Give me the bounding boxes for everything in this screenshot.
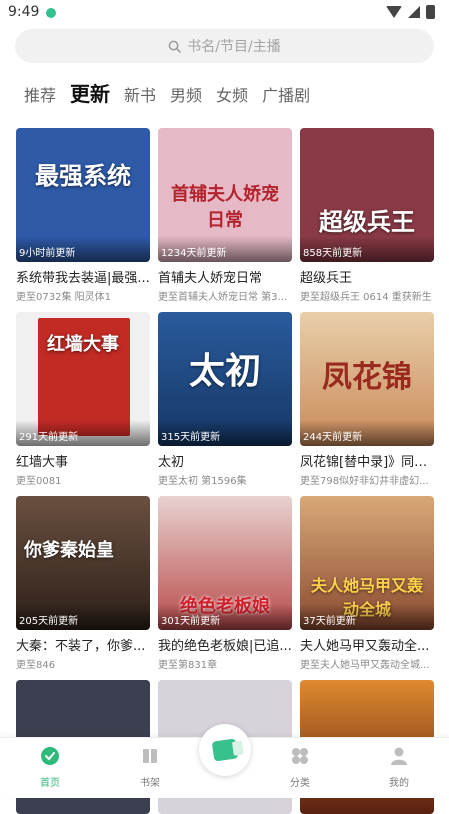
book-title: 夫人她马甲又轰动全... — [300, 639, 430, 654]
book-subtitle: 更至夫人她马甲又轰动全城... — [300, 660, 430, 671]
book-card[interactable]: 夫人她马甲又轰动全城 37天前更新 夫人她马甲又轰动全... 更至夫人她马甲又轰… — [300, 496, 434, 671]
cover-title: 超级兵王 — [319, 208, 415, 236]
tab-new-books[interactable]: 新书 — [124, 82, 156, 106]
cover-title: 最强系统 — [35, 162, 131, 190]
book-title: 太初 — [158, 455, 185, 470]
book-cover: 最强系统 9小时前更新 — [16, 128, 150, 262]
search-bar[interactable]: 书名/节目/主播 — [15, 29, 434, 63]
book-subtitle: 更至超级兵王 0614 重获新生 — [300, 292, 432, 303]
book-title: 红墙大事 — [16, 455, 69, 470]
book-subtitle: 更至0081 — [16, 476, 62, 487]
book-cover: 红墙大事 291天前更新 — [16, 312, 150, 446]
cover-title: 首辅夫人娇宠日常 — [171, 184, 279, 231]
book-card[interactable]: 绝色老板娘 301天前更新 我的绝色老板娘|已追... 更至第831章 — [158, 496, 292, 671]
battery-icon — [426, 5, 435, 19]
status-icons — [386, 5, 435, 19]
cover-title: 你爹秦始皇 — [24, 540, 114, 561]
category-icon — [292, 748, 308, 764]
book-card[interactable]: 超级兵王 858天前更新 超级兵王 更至超级兵王 0614 重获新生 — [300, 128, 434, 303]
update-label: 1234天前更新 — [161, 248, 227, 259]
book-card[interactable]: 凤花锦 244天前更新 凤花锦[替中录]》同款... 更至798似好非幻井非虚幻… — [300, 312, 434, 487]
cover-title: 太初 — [188, 351, 261, 392]
book-subtitle: 更至第831章 — [158, 660, 218, 671]
update-label: 301天前更新 — [161, 616, 221, 627]
signal-icon — [408, 6, 420, 18]
book-title: 系统带我去装逼|最强... — [16, 271, 150, 286]
cover-title: 凤花锦 — [322, 360, 412, 395]
book-title: 首辅夫人娇宠日常 — [158, 271, 263, 286]
nav-bookshelf[interactable]: 书架 — [120, 746, 180, 789]
tab-radio-drama[interactable]: 广播剧 — [262, 82, 310, 106]
nav-label: 分类 — [290, 778, 310, 789]
status-bar: 9:49 — [0, 0, 449, 26]
book-cover: 超级兵王 858天前更新 — [300, 128, 434, 262]
home-icon — [41, 747, 59, 765]
book-cover: 夫人她马甲又轰动全城 37天前更新 — [300, 496, 434, 630]
book-card[interactable]: 最强系统 9小时前更新 系统带我去装逼|最强... 更至0732集 阳灵体1 — [16, 128, 150, 303]
nav-label: 首页 — [40, 778, 60, 789]
player-icon — [211, 738, 239, 762]
nav-label: 书架 — [140, 778, 160, 789]
book-card[interactable]: 太初 315天前更新 太初 更至太初 第1596集 — [158, 312, 292, 487]
update-label: 205天前更新 — [19, 616, 79, 627]
bookshelf-icon — [143, 749, 157, 763]
update-label: 315天前更新 — [161, 432, 221, 443]
book-cover: 绝色老板娘 301天前更新 — [158, 496, 292, 630]
book-card[interactable]: 你爹秦始皇 205天前更新 大秦：不装了，你爹... 更至846 — [16, 496, 150, 671]
tab-female[interactable]: 女频 — [216, 82, 248, 106]
book-cover: 太初 315天前更新 — [158, 312, 292, 446]
profile-icon — [391, 747, 407, 765]
wifi-icon — [386, 6, 402, 18]
search-placeholder: 书名/节目/主播 — [187, 39, 281, 55]
book-cover: 你爹秦始皇 205天前更新 — [16, 496, 150, 630]
tab-male[interactable]: 男频 — [170, 82, 202, 106]
update-label: 244天前更新 — [303, 432, 363, 443]
app-notification-icon — [46, 8, 56, 18]
book-subtitle: 更至首辅夫人娇宠日常 第38... — [158, 292, 292, 303]
tab-recommend[interactable]: 推荐 — [24, 82, 56, 106]
book-card[interactable]: 红墙大事 291天前更新 红墙大事 更至0081 — [16, 312, 150, 487]
book-subtitle: 更至太初 第1596集 — [158, 476, 247, 487]
update-label: 291天前更新 — [19, 432, 79, 443]
player-button[interactable] — [199, 724, 251, 776]
update-label: 858天前更新 — [303, 248, 363, 259]
book-title: 我的绝色老板娘|已追... — [158, 639, 292, 654]
nav-category[interactable]: 分类 — [270, 746, 330, 789]
book-title: 凤花锦[替中录]》同款... — [300, 455, 434, 470]
book-card[interactable]: 首辅夫人娇宠日常 1234天前更新 首辅夫人娇宠日常 更至首辅夫人娇宠日常 第3… — [158, 128, 292, 303]
book-subtitle: 更至846 — [16, 660, 56, 671]
book-cover: 凤花锦 244天前更新 — [300, 312, 434, 446]
book-cover: 首辅夫人娇宠日常 1234天前更新 — [158, 128, 292, 262]
update-label: 9小时前更新 — [19, 248, 76, 259]
book-title: 大秦：不装了，你爹... — [16, 639, 146, 654]
nav-home[interactable]: 首页 — [20, 746, 80, 789]
bottom-nav: 首页 书架 分类 我的 — [0, 724, 449, 798]
book-title: 超级兵王 — [300, 271, 353, 286]
cover-title: 红墙大事 — [47, 334, 119, 355]
book-subtitle: 更至0732集 阳灵体1 — [16, 292, 111, 303]
book-subtitle: 更至798似好非幻井非虚幻... — [300, 476, 429, 487]
nav-profile[interactable]: 我的 — [369, 746, 429, 789]
nav-label: 我的 — [389, 778, 409, 789]
search-icon — [168, 40, 182, 53]
status-time: 9:49 — [8, 4, 40, 20]
tab-updates[interactable]: 更新 — [70, 78, 110, 107]
category-tabs: 推荐 更新 新书 男频 女频 广播剧 — [24, 78, 310, 107]
update-label: 37天前更新 — [303, 616, 356, 627]
